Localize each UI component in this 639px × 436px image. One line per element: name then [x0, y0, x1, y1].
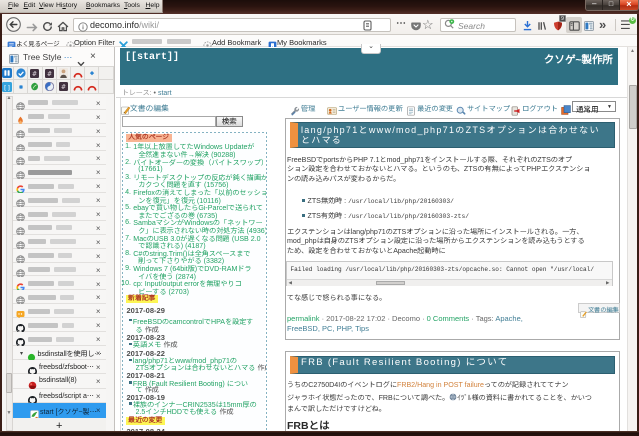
svg-text:[]: []	[3, 83, 11, 91]
